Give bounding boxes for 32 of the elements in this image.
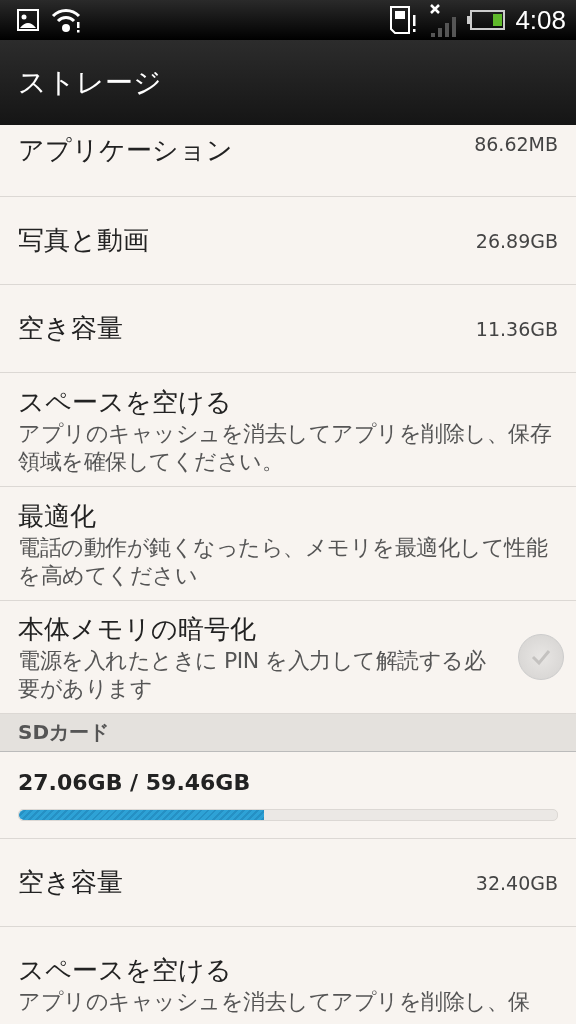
item-label: アプリケーション (18, 134, 233, 167)
signal-icon (429, 3, 458, 37)
item-label: スペースを空ける (18, 954, 233, 987)
screen-title: ストレージ (18, 64, 162, 101)
item-value: 26.89GB (475, 229, 558, 252)
item-value: 32.40GB (475, 871, 558, 894)
item-summary: 電源を入れたときに PIN を入力して解読する必要があります (18, 646, 487, 703)
usage-label: 27.06GB / 59.46GB (18, 769, 252, 795)
item-label: 最適化 (18, 500, 97, 533)
battery-icon (467, 10, 506, 30)
wifi-icon (50, 6, 82, 34)
list-item[interactable]: 最適化 電話の動作が鈍くなったら、メモリを最適化して性能を高めてください (0, 487, 576, 601)
item-summary: アプリのキャッシュを消去してアプリを削除し、保存領域を確保してください。 (18, 420, 552, 476)
item-label: 写真と動画 (18, 224, 149, 257)
item-value: 86.62MB (474, 133, 558, 155)
checkbox[interactable] (518, 634, 564, 680)
picture-icon (16, 8, 40, 32)
list-item[interactable]: 空き容量 32.40GB (0, 839, 576, 927)
list-item[interactable]: アプリケーション 86.62MB (0, 125, 576, 197)
list-item[interactable]: スペースを空ける アプリのキャッシュを消去してアプリを削除し、保存領域を確保してください。 (0, 373, 576, 487)
item-label: 空き容量 (18, 312, 123, 345)
list-item[interactable]: 写真と動画 26.89GB (0, 197, 576, 285)
header-label: SDカード (18, 719, 109, 746)
clock-time: 4:08 (515, 4, 566, 36)
list-item[interactable]: 空き容量 11.36GB (0, 285, 576, 373)
item-label: 空き容量 (18, 866, 123, 899)
item-label: 本体メモリの暗号化 (18, 612, 257, 646)
list-item[interactable]: スペースを空ける アプリのキャッシュを消去してアプリを削除し、保 (0, 927, 576, 1024)
item-label: スペースを空ける (18, 386, 233, 419)
item-value: 11.36GB (475, 317, 558, 340)
item-summary: アプリのキャッシュを消去してアプリを削除し、保 (18, 988, 531, 1016)
item-summary: 電話の動作が鈍くなったら、メモリを最適化して性能を高めてください (18, 534, 549, 590)
